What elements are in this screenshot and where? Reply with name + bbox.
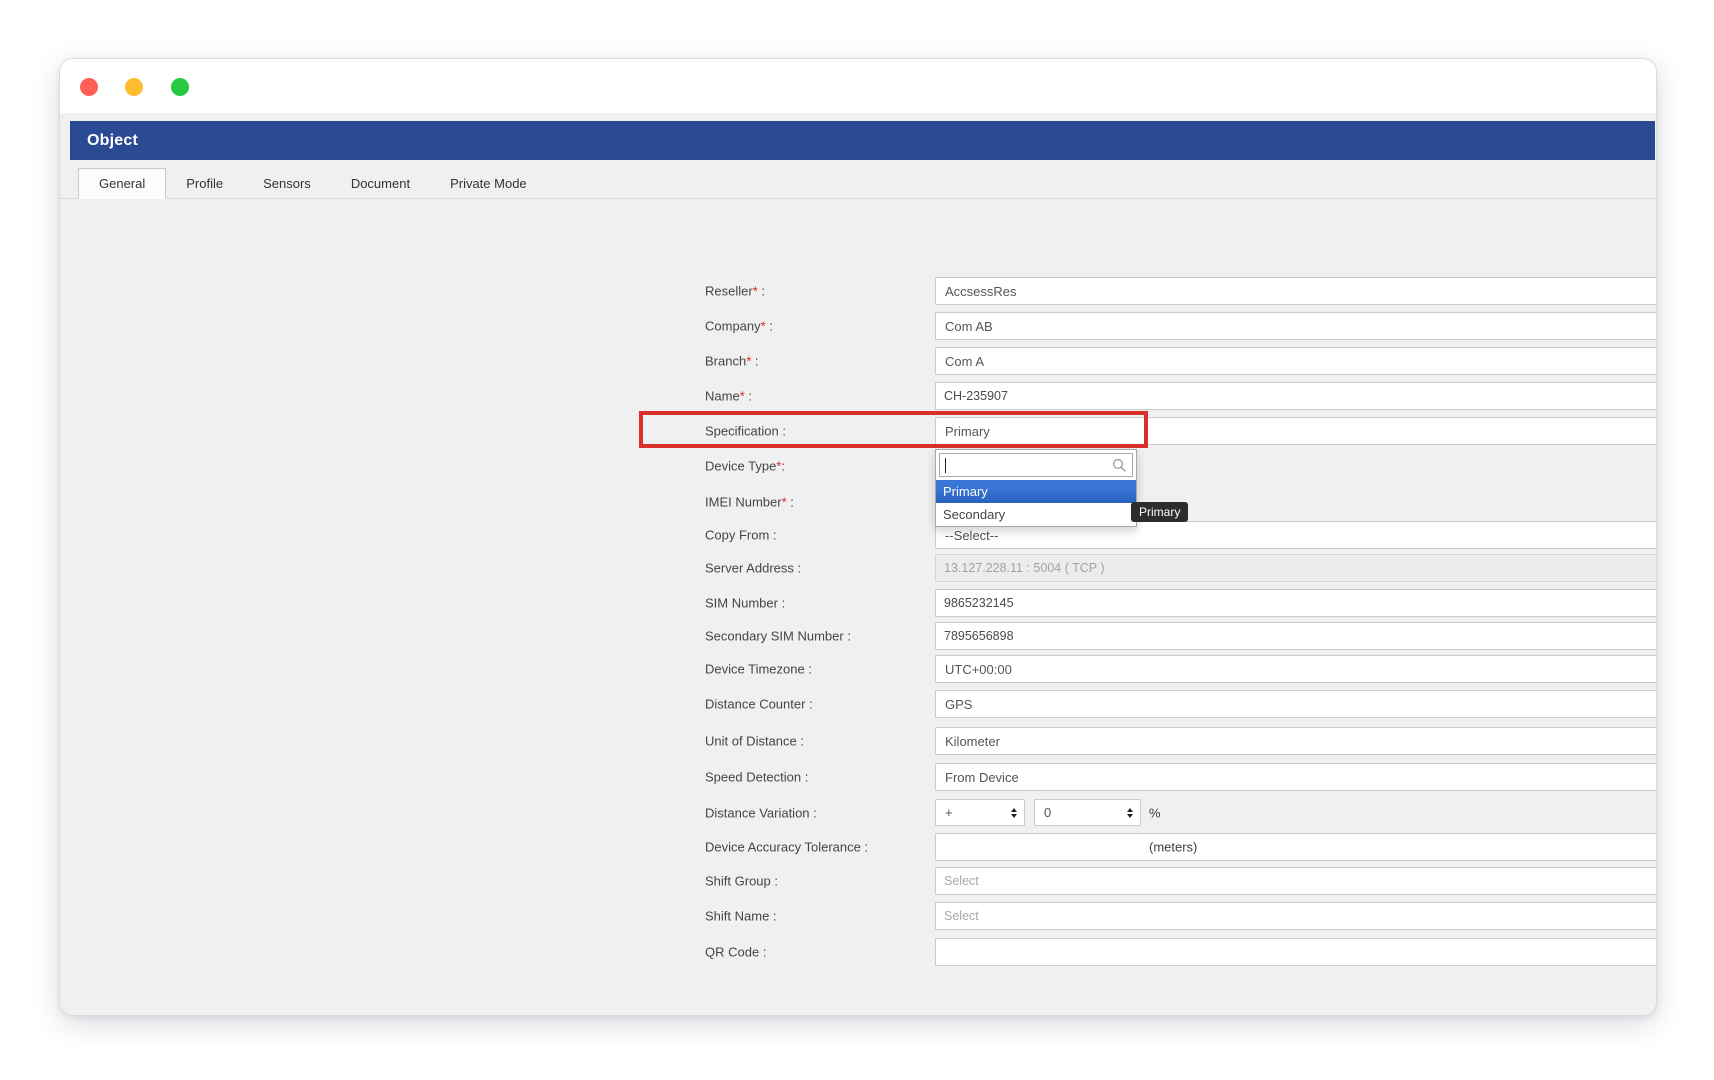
distance-variation-sign-stepper[interactable]: +: [935, 799, 1025, 826]
form-row-device-timezone: Device Timezone : UTC+00:00: [60, 655, 1656, 683]
shift-name-input[interactable]: [935, 902, 1657, 930]
distance-counter-value: GPS: [945, 697, 972, 712]
percent-suffix: %: [1149, 806, 1161, 821]
imei-number-label: IMEI Number: [705, 495, 782, 510]
stepper-icon: [1127, 808, 1133, 818]
speed-detection-select[interactable]: From Device: [935, 763, 1657, 791]
dropdown-search-input[interactable]: [939, 453, 1133, 477]
form-row-company: Company* : Com AB: [60, 312, 1656, 340]
device-accuracy-tolerance-input[interactable]: [935, 833, 1657, 861]
speed-detection-value: From Device: [945, 770, 1019, 785]
object-general-form: Reseller* : AccsessRes Company* : Com AB…: [60, 113, 1656, 1015]
company-select[interactable]: Com AB: [935, 312, 1657, 340]
distance-counter-label: Distance Counter: [705, 697, 805, 712]
form-row-distance-counter: Distance Counter : GPS: [60, 690, 1656, 718]
device-timezone-value: UTC+00:00: [945, 662, 1012, 677]
secondary-sim-number-label: Secondary SIM Number: [705, 629, 844, 644]
form-row-qr-code: QR Code :: [60, 938, 1656, 966]
text-cursor: [945, 458, 946, 473]
window-titlebar: [60, 59, 1656, 113]
shift-group-input[interactable]: [935, 867, 1657, 895]
form-row-name: Name* :: [60, 382, 1656, 410]
unit-of-distance-select[interactable]: Kilometer: [935, 727, 1657, 755]
meters-suffix: (meters): [1149, 840, 1197, 855]
app-window: Object General Profile Sensors Document …: [59, 58, 1657, 1016]
unit-of-distance-label: Unit of Distance: [705, 734, 797, 749]
server-address-input: [935, 554, 1657, 582]
form-row-copy-from: Copy From : --Select--: [60, 521, 1656, 549]
specification-label: Specification: [705, 424, 779, 439]
form-row-shift-name: Shift Name :: [60, 902, 1656, 930]
form-row-imei-number: IMEI Number* :: [60, 488, 1656, 516]
branch-value: Com A: [945, 354, 984, 369]
unit-of-distance-value: Kilometer: [945, 734, 1000, 749]
sim-number-input[interactable]: [935, 589, 1657, 617]
stepper-icon: [1011, 808, 1017, 818]
distance-variation-sign-value: +: [945, 805, 953, 820]
device-type-label: Device Type: [705, 459, 776, 474]
distance-variation-value-stepper[interactable]: 0: [1034, 799, 1141, 826]
form-row-branch: Branch* : Com A: [60, 347, 1656, 375]
specification-select[interactable]: Primary: [935, 417, 1657, 445]
reseller-value: AccsessRes: [945, 284, 1017, 299]
distance-variation-value: 0: [1044, 805, 1051, 820]
secondary-sim-number-input[interactable]: [935, 622, 1657, 650]
form-row-speed-detection: Speed Detection : From Device: [60, 763, 1656, 791]
qr-code-label: QR Code: [705, 945, 759, 960]
form-row-unit-of-distance: Unit of Distance : Kilometer: [60, 727, 1656, 755]
dropdown-option-primary[interactable]: Primary: [936, 480, 1136, 503]
page-content: Object General Profile Sensors Document …: [60, 113, 1656, 1015]
form-row-device-accuracy-tolerance: Device Accuracy Tolerance : (meters): [60, 833, 1656, 861]
form-row-server-address: Server Address :: [60, 554, 1656, 582]
device-timezone-label: Device Timezone: [705, 662, 805, 677]
distance-variation-label: Distance Variation: [705, 806, 810, 821]
form-row-distance-variation: Distance Variation : + 0 %: [60, 799, 1656, 827]
reseller-select[interactable]: AccsessRes: [935, 277, 1657, 305]
copy-from-value: --Select--: [945, 528, 998, 543]
name-input[interactable]: [935, 382, 1657, 410]
shift-name-label: Shift Name: [705, 909, 769, 924]
company-label: Company: [705, 319, 761, 334]
form-row-sim-number: SIM Number :: [60, 589, 1656, 617]
copy-from-label: Copy From: [705, 528, 769, 543]
form-row-device-type: Device Type*:: [60, 452, 1656, 480]
minimize-window-button[interactable]: [125, 78, 143, 96]
search-icon: [1111, 457, 1128, 474]
server-address-label: Server Address: [705, 561, 794, 576]
form-row-reseller: Reseller* : AccsessRes: [60, 277, 1656, 305]
form-row-shift-group: Shift Group :: [60, 867, 1656, 895]
qr-code-input[interactable]: [935, 938, 1657, 966]
branch-label: Branch: [705, 354, 746, 369]
specification-dropdown-panel: Primary Secondary: [935, 449, 1137, 527]
name-label: Name: [705, 389, 740, 404]
hover-tooltip: Primary: [1131, 502, 1188, 522]
specification-value: Primary: [945, 424, 990, 439]
dropdown-option-secondary[interactable]: Secondary: [936, 503, 1136, 526]
device-timezone-select[interactable]: UTC+00:00: [935, 655, 1657, 683]
shift-group-label: Shift Group: [705, 874, 771, 889]
form-row-specification: Specification : Primary: [60, 417, 1656, 445]
close-window-button[interactable]: [80, 78, 98, 96]
device-accuracy-tolerance-label: Device Accuracy Tolerance: [705, 840, 861, 855]
distance-counter-select[interactable]: GPS: [935, 690, 1657, 718]
form-row-secondary-sim-number: Secondary SIM Number :: [60, 622, 1656, 650]
sim-number-label: SIM Number: [705, 596, 778, 611]
maximize-window-button[interactable]: [171, 78, 189, 96]
speed-detection-label: Speed Detection: [705, 770, 801, 785]
branch-select[interactable]: Com A: [935, 347, 1657, 375]
reseller-label: Reseller: [705, 284, 753, 299]
company-value: Com AB: [945, 319, 993, 334]
